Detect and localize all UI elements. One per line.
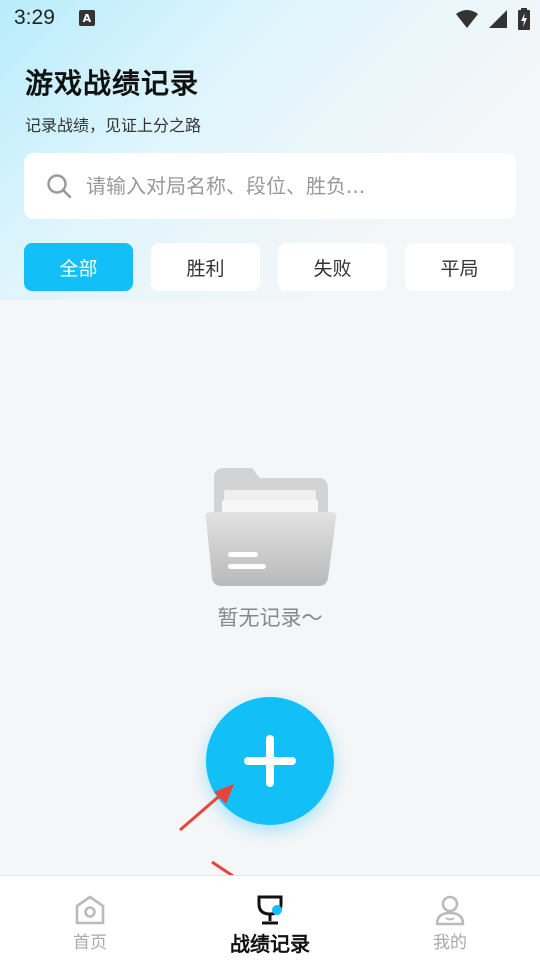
nav-label-profile: 我的: [433, 933, 467, 953]
empty-state: 暂无记录～: [0, 460, 540, 632]
filter-tab-win[interactable]: 胜利: [151, 243, 260, 291]
page-header: 游戏战绩记录 记录战绩，见证上分之路: [25, 62, 201, 136]
status-notification-icon: A: [78, 10, 95, 26]
wifi-icon: [456, 10, 478, 28]
filter-tab-draw[interactable]: 平局: [405, 243, 514, 291]
bottom-navigation: 首页 战绩记录 我的: [0, 875, 540, 960]
page-title: 游戏战绩记录: [25, 67, 200, 100]
empty-folder-icon: [205, 468, 337, 586]
plus-icon: [244, 735, 296, 787]
filter-tab-all[interactable]: 全部: [24, 243, 133, 291]
empty-message: 暂无记录～: [217, 606, 323, 630]
search-icon: [47, 174, 72, 199]
nav-item-home[interactable]: 首页: [0, 876, 180, 960]
trophy-icon: [257, 895, 283, 925]
user-icon: [435, 895, 465, 926]
nav-label-records: 战绩记录: [230, 932, 310, 956]
filter-tab-loss[interactable]: 失败: [278, 243, 387, 291]
filter-tabs: 全部 胜利 失败 平局: [24, 243, 514, 291]
nav-item-records[interactable]: 战绩记录: [180, 876, 360, 960]
battery-icon: [518, 8, 530, 30]
status-icons: [456, 8, 530, 30]
nav-label-home: 首页: [73, 933, 107, 953]
annotation-arrow-fab: [179, 784, 234, 832]
nav-item-profile[interactable]: 我的: [360, 876, 540, 960]
search-bar[interactable]: [24, 153, 516, 219]
page-subtitle: 记录战绩，见证上分之路: [25, 116, 202, 135]
status-bar: 3:29 A: [0, 0, 540, 36]
signal-icon: [489, 10, 507, 28]
status-time: 3:29: [14, 6, 55, 29]
home-icon: [75, 895, 105, 925]
search-input[interactable]: [86, 174, 506, 198]
